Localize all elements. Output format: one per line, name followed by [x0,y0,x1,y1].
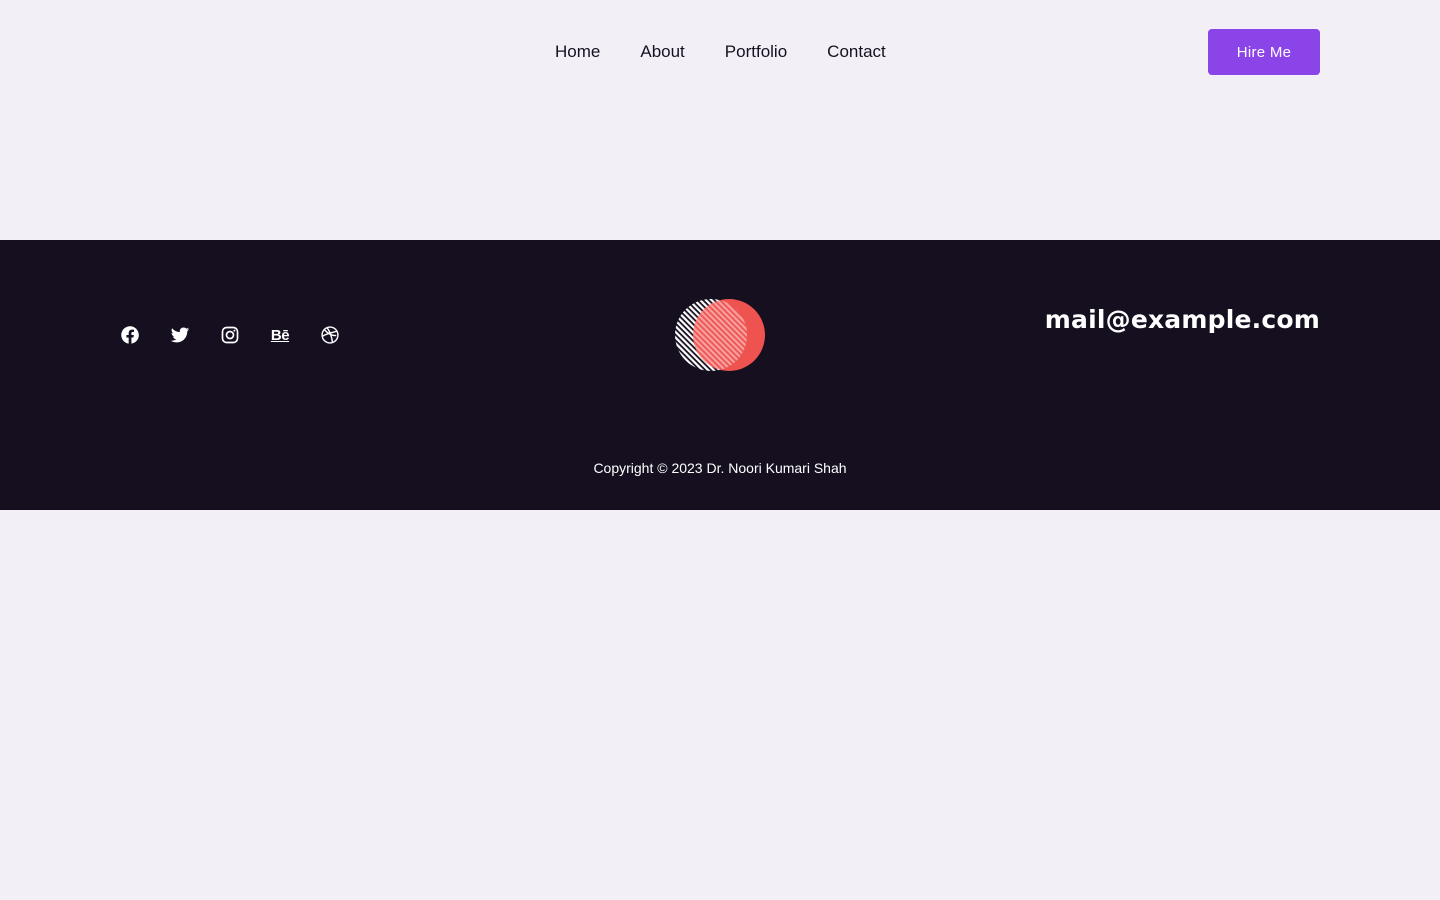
twitter-icon[interactable] [170,325,190,345]
social-links: Bē [120,325,340,345]
behance-glyph: Bē [270,326,290,344]
hire-me-button[interactable]: Hire Me [1208,29,1320,75]
nav-link-contact[interactable]: Contact [827,40,886,64]
nav-link-home[interactable]: Home [555,40,600,64]
nav-link-portfolio[interactable]: Portfolio [725,40,787,64]
page: Home About Portfolio Contact Hire Me Bē [0,0,1440,900]
site-header: Home About Portfolio Contact Hire Me [0,0,1440,104]
nav-link-about[interactable]: About [640,40,684,64]
dribbble-icon[interactable] [320,325,340,345]
contact-email-link[interactable]: mail@example.com [1045,305,1320,334]
behance-icon[interactable]: Bē [270,325,290,345]
instagram-icon[interactable] [220,325,240,345]
brand-logo [674,298,766,372]
main-nav: Home About Portfolio Contact [555,40,886,64]
facebook-icon[interactable] [120,325,140,345]
copyright-text: Copyright © 2023 Dr. Noori Kumari Shah [593,460,847,476]
